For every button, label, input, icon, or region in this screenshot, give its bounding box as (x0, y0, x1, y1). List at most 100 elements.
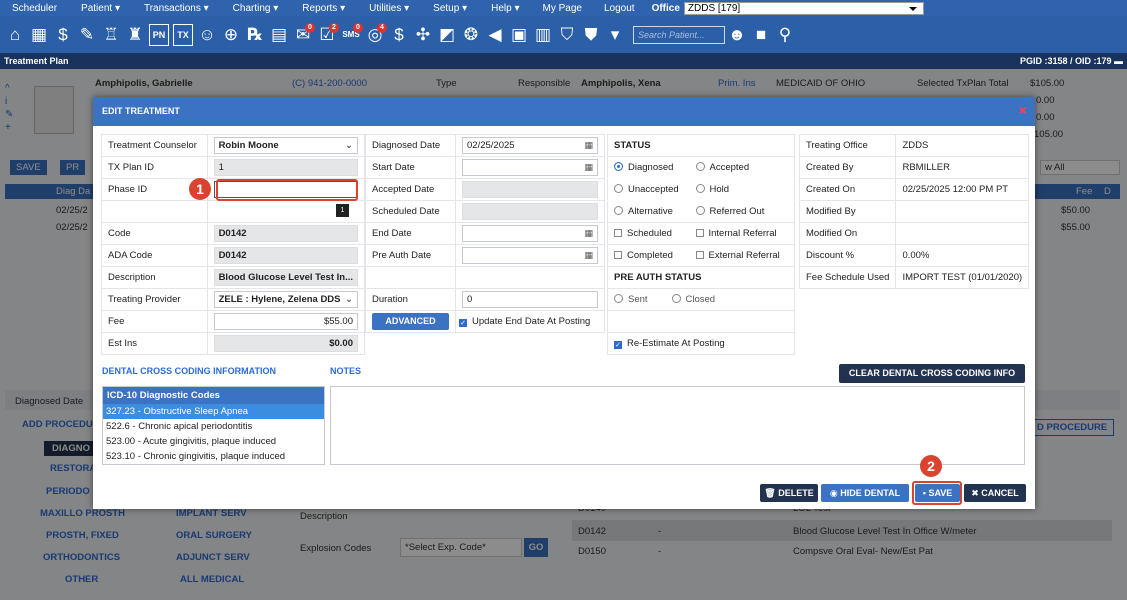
status-unaccepted[interactable]: Unaccepted (614, 184, 679, 195)
pre-auth-sent[interactable]: Sent (614, 294, 648, 305)
radio-closed[interactable] (671, 294, 681, 303)
status-accepted[interactable]: Accepted (695, 162, 749, 173)
hide-dental-button[interactable]: ◉ HIDE DENTAL (821, 484, 909, 502)
status-diagnosed[interactable]: Diagnosed (614, 162, 673, 173)
radio-hold[interactable] (695, 184, 705, 193)
message-icon[interactable]: ✉ 0 (293, 22, 315, 46)
pre-auth-closed[interactable]: Closed (671, 294, 715, 305)
tx-icon[interactable]: TX (173, 23, 193, 46)
close-icon[interactable]: ✖ (1019, 97, 1027, 126)
menu-help[interactable]: Help ▾ (479, 3, 531, 14)
duration-input[interactable]: 0 (462, 291, 598, 308)
card-icon[interactable]: ■ (751, 24, 771, 46)
print-icon[interactable]: ▣ (509, 24, 529, 46)
document-icon[interactable]: ▤ (269, 24, 289, 46)
tx-plan-id-field: 1 (213, 159, 358, 176)
code-field: D0142 (213, 225, 358, 242)
tooth-icon[interactable]: ♖ (101, 24, 121, 46)
menu-logout[interactable]: Logout (593, 3, 646, 14)
accepted-date-field (462, 181, 598, 198)
shield-check-icon[interactable]: ⛉ (557, 24, 577, 46)
menu-setup[interactable]: Setup ▾ (421, 3, 479, 14)
cancel-button[interactable]: ✖ CANCEL (964, 484, 1026, 502)
icd-item[interactable]: 523.00 - Acute gingivitis, plaque induce… (103, 434, 324, 449)
group-search-icon[interactable]: ⚲ (775, 24, 795, 46)
megaphone-icon[interactable]: ◀ (485, 24, 505, 46)
radio-referred-out[interactable] (695, 206, 705, 215)
treatment-counselor-select[interactable]: Robin Moone ⌄ (213, 137, 358, 154)
calendar-icon[interactable]: ▦ (584, 160, 593, 175)
shield-icon[interactable]: ⛊ (581, 24, 601, 46)
treating-provider-select[interactable]: ZELE : Hylene, Zelena DDS ⌄ (213, 291, 358, 308)
pn-icon[interactable]: PN (149, 23, 169, 46)
status-alternative[interactable]: Alternative (614, 206, 673, 217)
menu-charting[interactable]: Charting ▾ (221, 3, 291, 14)
advanced-button[interactable]: ADVANCED (372, 313, 449, 330)
label-description: Description (101, 266, 208, 289)
menu-reports[interactable]: Reports ▾ (290, 3, 357, 14)
internal-referral-option[interactable]: Internal Referral (695, 228, 777, 239)
calendar-icon[interactable]: ▦ (584, 226, 593, 241)
re-estimate-checkbox[interactable]: ✓ (614, 341, 622, 349)
status-hold[interactable]: Hold (695, 184, 729, 195)
radio-unaccepted[interactable] (614, 184, 623, 193)
calendar-icon[interactable]: ▦ (29, 24, 49, 46)
menu-transactions[interactable]: Transactions ▾ (132, 3, 221, 14)
office-select[interactable]: ZDDS [179] (683, 1, 924, 15)
end-date-input[interactable]: ▦ (462, 225, 598, 242)
re-estimate-option[interactable]: ✓ Re-Estimate At Posting (607, 332, 795, 355)
label-est-ins: Est Ins (101, 332, 208, 355)
calendar-icon[interactable]: ▦ (584, 138, 593, 153)
internal-referral-checkbox[interactable] (695, 229, 704, 237)
checklist-icon[interactable]: ☑ 2 (317, 22, 339, 46)
label-start-date: Start Date (365, 156, 456, 179)
radio-accepted[interactable] (695, 162, 705, 171)
label-fee: Fee (101, 310, 208, 333)
chevron-down-box-icon[interactable]: ▾ (605, 24, 625, 46)
patient-search-icon[interactable]: ☻ (727, 24, 747, 46)
user-settings-icon[interactable]: ☺ (197, 24, 217, 46)
menu-my-page[interactable]: My Page (532, 3, 593, 14)
dollar-exchange-icon[interactable]: $ (53, 24, 73, 46)
sms-icon[interactable]: SMS 0 (341, 22, 363, 46)
menu-scheduler[interactable]: Scheduler (0, 3, 69, 14)
clear-cross-coding-button[interactable]: CLEAR DENTAL CROSS CODING INFO (839, 364, 1025, 383)
update-end-date-checkbox[interactable]: ✓ (459, 319, 467, 327)
prescription-icon[interactable]: ℞ (245, 24, 265, 46)
radio-sent[interactable] (614, 294, 623, 303)
ada-code-field: D0142 (213, 247, 358, 264)
icd-item[interactable]: 522.6 - Chronic apical periodontitis (103, 419, 324, 434)
menu-utilities[interactable]: Utilities ▾ (357, 3, 421, 14)
external-referral-option[interactable]: External Referral (695, 250, 780, 261)
delete-button[interactable]: 🗑 DELETE (760, 484, 818, 502)
start-date-input[interactable]: ▦ (462, 159, 598, 176)
globe-icon[interactable]: ❂ (461, 24, 481, 46)
notes-textarea[interactable] (330, 386, 1025, 465)
home-icon[interactable]: ⌂ (5, 24, 25, 46)
icd-item[interactable]: 327.23 - Obstructive Sleep Apnea (103, 404, 324, 419)
calendar-icon[interactable]: ▦ (584, 248, 593, 263)
network-icon[interactable]: ✣ (413, 24, 433, 46)
reminder-icon[interactable]: ◎ 4 (365, 22, 387, 46)
search-patient-input[interactable]: Search Patient... (633, 25, 725, 44)
chart-pen-icon[interactable]: ✎ (77, 24, 97, 46)
radio-diagnosed[interactable] (614, 162, 623, 171)
external-referral-checkbox[interactable] (695, 251, 704, 259)
diagnosed-date-input[interactable]: 02/25/2025 ▦ (462, 137, 598, 154)
update-end-date-option[interactable]: ✓ Update End Date At Posting (455, 310, 605, 333)
radio-alternative[interactable] (614, 206, 623, 215)
print2-icon[interactable]: ▥ (533, 24, 553, 46)
status-referred-out[interactable]: Referred Out (695, 206, 764, 217)
money-icon[interactable]: $ (389, 24, 409, 46)
modified-by-value (895, 200, 1030, 223)
menu-patient[interactable]: Patient ▾ (69, 3, 132, 14)
fee-input[interactable]: $55.00 (213, 313, 358, 330)
line-chart-icon[interactable]: ◩ (437, 24, 457, 46)
label-duration: Duration (365, 288, 456, 311)
phase-id-highlight (216, 179, 358, 201)
icd-item[interactable]: 523.10 - Chronic gingivitis, plaque indu… (103, 449, 324, 464)
user-globe-icon[interactable]: ⊕ (221, 24, 241, 46)
print-icon-small[interactable]: ▬ (1114, 56, 1123, 66)
pre-auth-date-input[interactable]: ▦ (462, 247, 598, 264)
perio-icon[interactable]: ♜ (125, 24, 145, 46)
